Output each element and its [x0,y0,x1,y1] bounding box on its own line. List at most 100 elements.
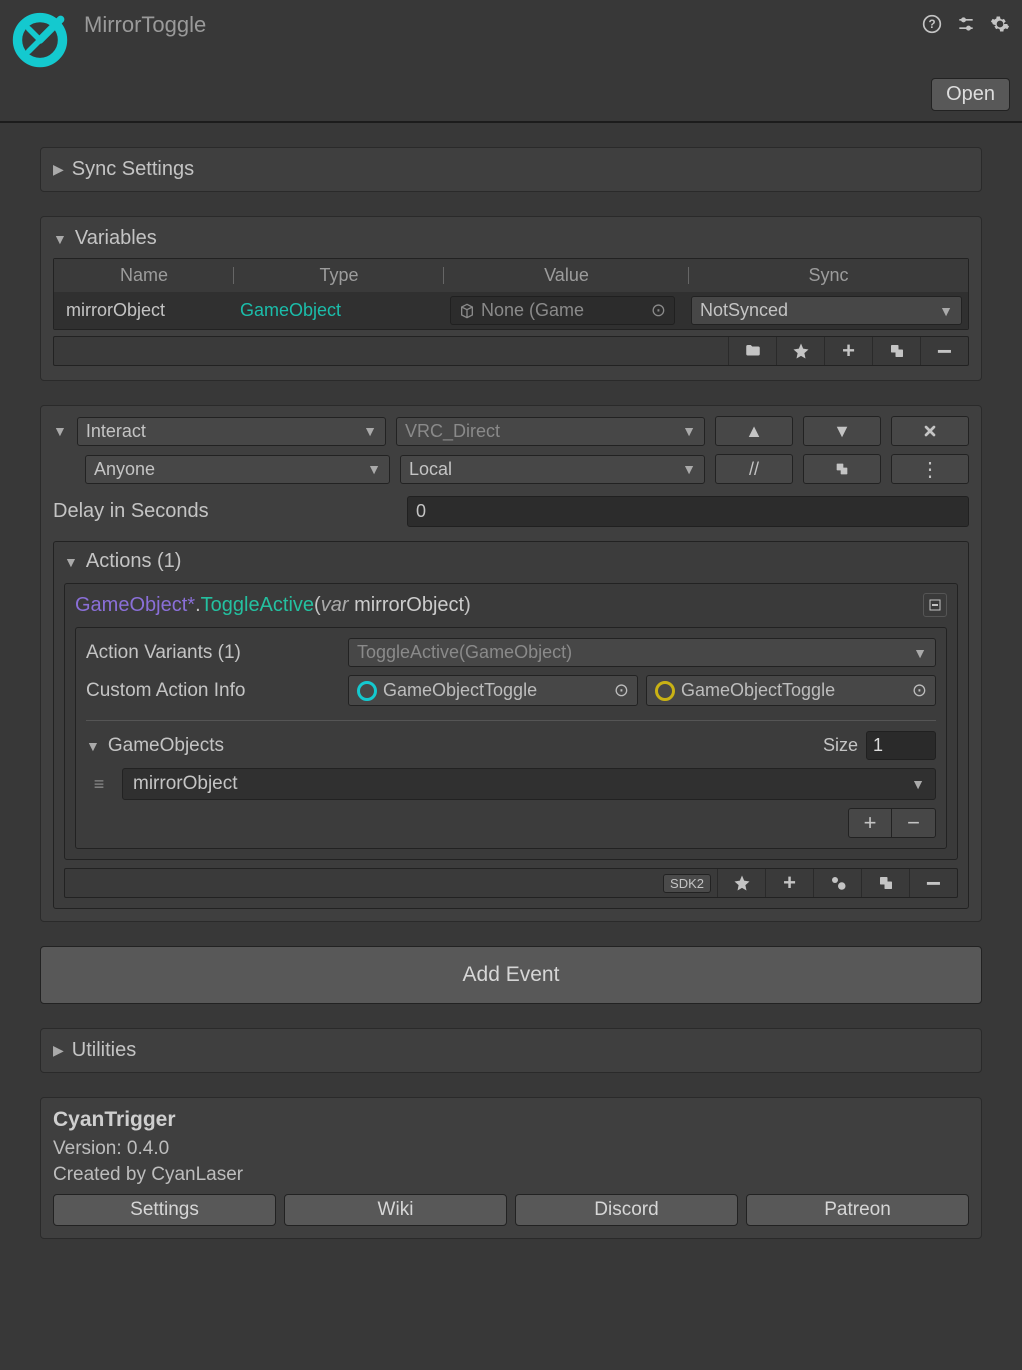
event-target-value: Local [409,459,452,480]
local-button[interactable] [813,869,861,897]
open-button[interactable]: Open [931,78,1010,111]
copy-button[interactable] [803,454,881,484]
variants-label: Action Variants (1) [86,642,338,664]
comment-button[interactable]: // [715,454,793,484]
copy-icon [834,461,850,477]
sdk-tag[interactable]: SDK2 [663,874,711,893]
event-trigger-dropdown[interactable]: Interact ▼ [77,417,386,446]
variables-header: Name Type Value Sync [54,259,968,292]
duplicate-button[interactable] [872,337,920,365]
yellow-ring-icon [655,681,675,701]
custom-info-chip-2[interactable]: GameObjectToggle ⊙ [646,675,936,706]
action-signature[interactable]: GameObject*.ToggleActive(var mirrorObjec… [75,592,471,617]
gameobjects-foldout[interactable]: ▼ GameObjects [86,735,224,757]
move-down-button[interactable]: ▼ [803,416,881,446]
event-trigger-value: Interact [86,421,146,442]
collapse-action-button[interactable] [923,593,947,617]
add-event-button[interactable]: Add Event [40,946,982,1004]
chevron-down-icon: ▼ [363,423,377,439]
event-usergate-dropdown[interactable]: Anyone ▼ [85,455,390,484]
variables-foldout[interactable]: ▼ Variables [53,227,969,250]
chevron-down-icon: ▼ [367,461,381,477]
col-value: Value [444,259,689,292]
chevron-down-icon[interactable]: ▼ [53,423,67,439]
sync-settings-panel: ▶ Sync Settings [40,147,982,192]
gameobject-dropdown[interactable]: mirrorObject ▼ [122,768,936,800]
divider [0,121,1022,123]
col-type: Type [234,259,444,292]
event-usergate-value: Anyone [94,459,155,480]
custom-info-chip-1[interactable]: GameObjectToggle ⊙ [348,675,638,706]
variable-sync-dropdown[interactable]: NotSynced ▼ [691,296,962,325]
size-input[interactable] [866,731,936,760]
object-picker-icon[interactable]: ⊙ [614,680,629,701]
event-broadcast-dropdown[interactable]: VRC_Direct ▼ [396,417,705,446]
add-button[interactable]: + [824,337,872,365]
gameobject-value: mirrorObject [133,773,238,795]
variable-row[interactable]: mirrorObject GameObject None (Game ⊙ Not… [54,292,968,329]
col-sync: Sync [689,259,968,292]
chevron-down-icon: ▼ [682,423,696,439]
remove-action-button[interactable]: − [909,869,957,897]
favorite-button[interactable] [717,869,765,897]
chevron-down-icon: ▼ [64,554,78,570]
chevron-right-icon: ▶ [53,161,64,178]
gameobject-row: ≡ mirrorObject ▼ [86,768,936,800]
variable-name: mirrorObject [60,300,234,321]
settings-button[interactable]: Settings [53,1194,276,1226]
chevron-down-icon: ▼ [911,776,925,792]
drag-handle-icon[interactable]: ≡ [86,774,112,795]
sync-settings-label: Sync Settings [72,158,194,181]
svg-text:?: ? [928,18,935,31]
delay-input[interactable] [407,496,969,527]
help-icon[interactable]: ? [922,14,942,39]
chevron-down-icon: ▼ [53,231,67,247]
variants-value: ToggleActive(GameObject) [357,642,572,663]
minus-square-icon [929,599,941,611]
chevron-down-icon: ▼ [86,738,100,754]
variables-table: Name Type Value Sync mirrorObject GameOb… [53,258,969,330]
favorite-button[interactable] [776,337,824,365]
sync-settings-foldout[interactable]: ▶ Sync Settings [53,158,969,181]
variables-toolbar: + − [53,336,969,366]
actions-foldout[interactable]: ▼ Actions (1) [64,550,958,573]
variants-dropdown[interactable]: ToggleActive(GameObject) ▼ [348,638,936,667]
variables-panel: ▼ Variables Name Type Value Sync mirrorO… [40,216,982,381]
utilities-panel: ▶ Utilities [40,1028,982,1073]
more-button[interactable]: ⋮ [891,454,969,484]
chevron-down-icon: ▼ [939,303,953,319]
duplicate-action-button[interactable] [861,869,909,897]
cyan-ring-icon [357,681,377,701]
cyan-trigger-logo-icon [10,10,70,70]
wiki-button[interactable]: Wiki [284,1194,507,1226]
discord-button[interactable]: Discord [515,1194,738,1226]
object-picker-icon[interactable]: ⊙ [912,680,927,701]
remove-gameobject-button[interactable]: − [892,808,936,838]
actions-box: ▼ Actions (1) GameObject*.ToggleActive(v… [53,541,969,909]
sliders-icon[interactable] [956,14,976,39]
remove-button[interactable]: − [920,337,968,365]
add-action-button[interactable]: + [765,869,813,897]
chevron-down-icon: ▼ [682,461,696,477]
gear-icon[interactable] [990,14,1010,39]
actions-label: Actions (1) [86,550,182,573]
action-item: GameObject*.ToggleActive(var mirrorObjec… [64,583,958,860]
add-gameobject-button[interactable]: + [848,808,892,838]
object-picker-icon[interactable]: ⊙ [651,300,666,321]
move-up-button[interactable]: ▲ [715,416,793,446]
utilities-foldout[interactable]: ▶ Utilities [53,1039,969,1062]
size-label: Size [823,735,858,756]
delete-event-button[interactable] [891,416,969,446]
patreon-button[interactable]: Patreon [746,1194,969,1226]
delay-label: Delay in Seconds [53,500,397,523]
action-content: Action Variants (1) ToggleActive(GameObj… [75,627,947,849]
footer-title: CyanTrigger [53,1108,969,1132]
variable-type: GameObject [240,300,444,321]
gameobject-buttons: + − [86,808,936,838]
variable-value-field[interactable]: None (Game ⊙ [450,296,675,325]
gameobjects-label: GameObjects [108,735,224,757]
utilities-label: Utilities [72,1039,136,1062]
event-target-dropdown[interactable]: Local ▼ [400,455,705,484]
folder-button[interactable] [728,337,776,365]
footer-author: Created by CyanLaser [53,1164,969,1186]
